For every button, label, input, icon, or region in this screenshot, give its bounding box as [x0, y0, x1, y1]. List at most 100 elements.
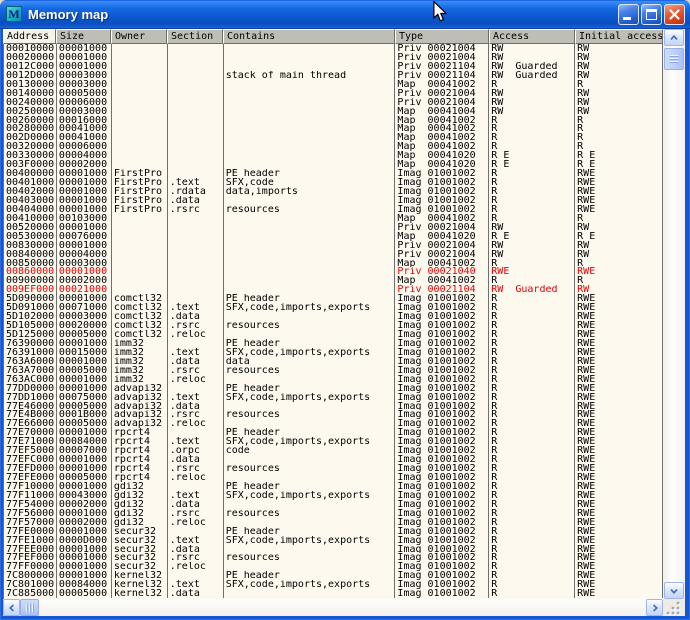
table-row[interactable]: 0033000000004000Map 00041020R ER E: [4, 151, 663, 160]
table-row[interactable]: 77F5600000001000gdi32.rsrcresourcesImag …: [4, 509, 663, 518]
scroll-right-button[interactable]: [646, 599, 663, 616]
table-row[interactable]: 0040300000001000FirstPro.dataImag 010010…: [4, 196, 663, 205]
table-row[interactable]: 0013000000003000Map 00041002RR: [4, 80, 663, 89]
table-row[interactable]: 0002000000001000Priv 00021004RWRW: [4, 53, 663, 62]
table-row[interactable]: 77FE000000001000secur32PE headerImag 010…: [4, 527, 663, 536]
table-row[interactable]: 5D09100000071000comctl32.textSFX,code,im…: [4, 303, 663, 312]
table-row[interactable]: 7C80100000084000kernel32.textSFX,code,im…: [4, 580, 663, 589]
table-row[interactable]: 0040100000001000FirstPro.textSFX,codeIma…: [4, 178, 663, 187]
table-row[interactable]: 77F5700000002000gdi32.relocImag 01001002…: [4, 518, 663, 527]
table-row[interactable]: 77DD100000075000advapi32.textSFX,code,im…: [4, 393, 663, 402]
scroll-left-button[interactable]: [3, 599, 20, 616]
cell-access: R E: [489, 160, 575, 169]
table-row[interactable]: 003F000000002000Map 00041020R ER E: [4, 160, 663, 169]
table-row[interactable]: 0084000000004000Priv 00021004RWRW: [4, 250, 663, 259]
cell-owner: [112, 267, 168, 276]
table-row[interactable]: 0012C00000001000Priv 00021104RW GuardedR…: [4, 62, 663, 71]
table-row[interactable]: 0085000000003000Map 00041002RR: [4, 259, 663, 268]
column-header-contains[interactable]: Contains: [223, 29, 395, 44]
cell-size: 0000D000: [57, 536, 112, 545]
cell-owner: [112, 62, 168, 71]
table-row[interactable]: 77EFE00000005000rpcrt4.relocImag 0100100…: [4, 473, 663, 482]
cell-type: Priv 00021104: [395, 71, 489, 80]
table-row[interactable]: 0024000000006000Priv 00021004RWRW: [4, 98, 663, 107]
horizontal-scrollbar[interactable]: [3, 599, 663, 616]
scroll-down-button[interactable]: [664, 582, 684, 599]
table-row[interactable]: 77E4600000005000advapi32.dataImag 010010…: [4, 402, 663, 411]
table-row[interactable]: 77E7000000001000rpcrt4PE headerImag 0100…: [4, 428, 663, 437]
table-row[interactable]: 77DD000000001000advapi32PE headerImag 01…: [4, 384, 663, 393]
cell-section: [168, 44, 224, 53]
titlebar[interactable]: M Memory map: [0, 0, 690, 29]
table-row[interactable]: 5D12500000005000comctl32.relocImag 01001…: [4, 330, 663, 339]
column-header-owner[interactable]: Owner: [111, 29, 167, 44]
table-row[interactable]: 0040000000001000FirstProPE headerImag 01…: [4, 169, 663, 178]
maximize-button[interactable]: [641, 4, 662, 25]
close-button[interactable]: [664, 4, 685, 25]
table-row[interactable]: 0040200000001000FirstPro.rdatadata,impor…: [4, 187, 663, 196]
table-row[interactable]: 0012D00000003000stack of main threadPriv…: [4, 71, 663, 80]
cell-initial-access: RW: [575, 250, 663, 259]
column-header-size[interactable]: Size: [56, 29, 111, 44]
scroll-up-button[interactable]: [664, 29, 684, 46]
table-row[interactable]: 77E7100000084000rpcrt4.textSFX,code,impo…: [4, 437, 663, 446]
vertical-scroll-thumb[interactable]: [664, 48, 684, 70]
table-row[interactable]: 0083000000001000Priv 00021004RWRW: [4, 241, 663, 250]
table-row[interactable]: 0086000000001000Priv 00021040RWERWE: [4, 267, 663, 276]
table-row[interactable]: 77F5400000002000gdi32.dataImag 01001002R…: [4, 500, 663, 509]
table-row[interactable]: 0040400000001000FirstPro.rsrcresourcesIm…: [4, 205, 663, 214]
table-row[interactable]: 77FE10000000D000secur32.textSFX,code,imp…: [4, 536, 663, 545]
horizontal-scroll-thumb[interactable]: [20, 599, 39, 616]
table-row[interactable]: 0053000000076000Map 00041020R ER E: [4, 232, 663, 241]
vertical-scrollbar[interactable]: [663, 29, 685, 599]
table-row[interactable]: 5D10500000020000comctl32.rsrcresourcesIm…: [4, 321, 663, 330]
table-row[interactable]: 0025000000003000Map 00041004RWRW: [4, 107, 663, 116]
column-header-access[interactable]: Access: [489, 29, 575, 44]
table-row[interactable]: 763A600000001000imm32.datadataImag 01001…: [4, 357, 663, 366]
minimize-button[interactable]: [618, 4, 639, 25]
table-row[interactable]: 7C88500000005000kernel32.dataImag 010010…: [4, 589, 663, 598]
table-row[interactable]: 77E4B0000001B000advapi32.rsrcresourcesIm…: [4, 410, 663, 419]
table-row[interactable]: 5D09000000001000comctl32PE headerImag 01…: [4, 294, 663, 303]
cell-owner: [112, 223, 168, 232]
cell-owner: [112, 80, 168, 89]
table-row[interactable]: 77EFD00000001000rpcrt4.rsrcresourcesImag…: [4, 464, 663, 473]
cell-type: Imag 01001002: [395, 455, 489, 464]
table-row[interactable]: 0041000000103000Map 00041002RR: [4, 214, 663, 223]
cell-address: 7C801000: [4, 580, 57, 589]
column-header-initial-access[interactable]: Initial access: [575, 29, 663, 44]
table-row[interactable]: 763A700000005000imm32.rsrcresourcesImag …: [4, 366, 663, 375]
cell-type: Priv 00021040: [395, 267, 489, 276]
table-row[interactable]: 7C80000000001000kernel32PE headerImag 01…: [4, 571, 663, 580]
cell-type: Imag 01001002: [395, 393, 489, 402]
table-row[interactable]: 77F1100000043000gdi32.textSFX,code,impor…: [4, 491, 663, 500]
table-row[interactable]: 0032000000006000Map 00041002RR: [4, 142, 663, 151]
table-row[interactable]: 77E6600000005000advapi32.relocImag 01001…: [4, 419, 663, 428]
table-row[interactable]: 009EF00000021000Priv 00021104RW GuardedR…: [4, 285, 663, 294]
table-row[interactable]: 0001000000001000Priv 00021004RWRW: [4, 44, 663, 53]
table-row[interactable]: 77FEE00000001000secur32.dataImag 0100100…: [4, 545, 663, 554]
table-row[interactable]: 0014000000005000Priv 00021004RWRW: [4, 89, 663, 98]
cell-type: Priv 00021004: [395, 250, 489, 259]
table-row[interactable]: 7639100000015000imm32.textSFX,code,impor…: [4, 348, 663, 357]
column-header-type[interactable]: Type: [395, 29, 489, 44]
table-row[interactable]: 5D10200000003000comctl32.dataImag 010010…: [4, 312, 663, 321]
table-row[interactable]: 7639000000001000imm32PE headerImag 01001…: [4, 339, 663, 348]
table-row[interactable]: 77FF000000001000secur32.relocImag 010010…: [4, 562, 663, 571]
table-row[interactable]: 0052000000001000Priv 00021004RWRW: [4, 223, 663, 232]
table-row[interactable]: 77EFC00000001000rpcrt4.dataImag 01001002…: [4, 455, 663, 464]
table-row[interactable]: 77F1000000001000gdi32PE headerImag 01001…: [4, 482, 663, 491]
table-row[interactable]: 002D000000041000Map 00041002RR: [4, 133, 663, 142]
table-row[interactable]: 0090000000002000Map 00041002RR: [4, 276, 663, 285]
table-row[interactable]: 77EF500000007000rpcrt4.orpccodeImag 0100…: [4, 446, 663, 455]
table-row[interactable]: 77FEF00000001000secur32.rsrcresourcesIma…: [4, 553, 663, 562]
resize-grip[interactable]: [663, 599, 685, 616]
table-row[interactable]: 0026000000016000Map 00041002RR: [4, 116, 663, 125]
table-row[interactable]: 763AC00000001000imm32.relocImag 01001002…: [4, 375, 663, 384]
cell-owner: kernel32: [112, 571, 168, 580]
column-header-address[interactable]: Address: [3, 29, 56, 44]
cell-size: 00015000: [57, 348, 112, 357]
cell-address: 7C885000: [4, 589, 57, 598]
column-header-section[interactable]: Section: [167, 29, 223, 44]
table-row[interactable]: 0028000000041000Map 00041002RR: [4, 124, 663, 133]
